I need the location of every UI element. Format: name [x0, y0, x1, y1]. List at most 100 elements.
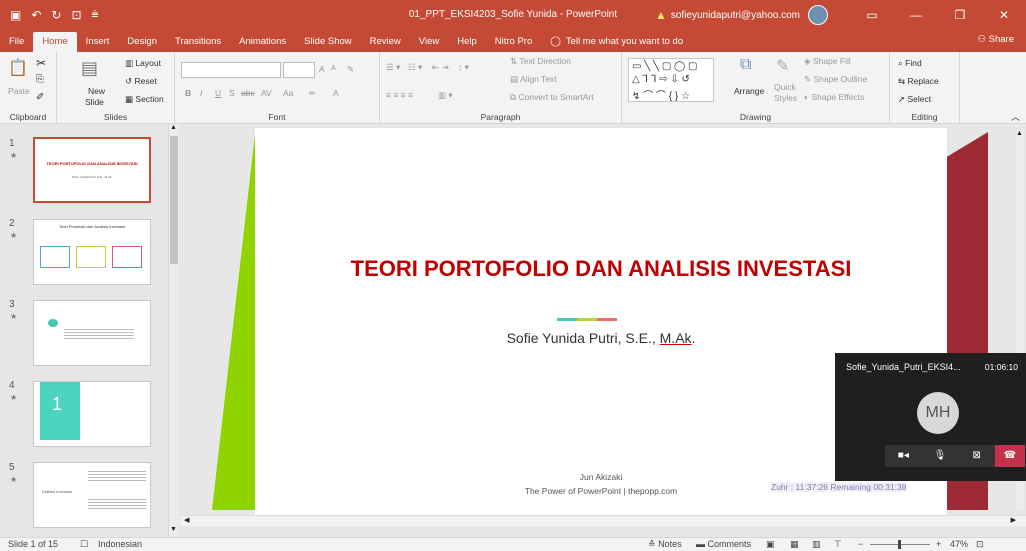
- notes-button[interactable]: ≙ Notes: [648, 539, 682, 550]
- new-slide-icon[interactable]: ▤: [81, 58, 98, 79]
- section-button[interactable]: ▦ Section: [125, 94, 164, 105]
- strikethrough-button[interactable]: abc: [241, 88, 255, 98]
- shape-fill-button[interactable]: ◈ Shape Fill: [804, 56, 851, 67]
- smartart-button[interactable]: ⧉ Convert to SmartArt: [510, 92, 594, 103]
- zoom-out-icon[interactable]: −: [858, 539, 863, 549]
- tab-file[interactable]: File: [0, 32, 33, 52]
- quick-styles-label-2[interactable]: Styles: [774, 93, 797, 103]
- scroll-right-icon[interactable]: ▶: [1011, 516, 1016, 524]
- arrange-icon[interactable]: ⧉: [740, 56, 751, 74]
- columns-icon[interactable]: ▥ ▾: [438, 90, 453, 101]
- scroll-thumb[interactable]: [170, 136, 178, 264]
- language[interactable]: Indonesian: [98, 539, 142, 549]
- slide-thumb-3[interactable]: [33, 300, 151, 366]
- horizontal-scrollbar[interactable]: ◀ ▶: [180, 515, 1026, 526]
- text-direction-button[interactable]: ⇅ Text Direction: [510, 56, 571, 67]
- align-icons[interactable]: ≡ ≡ ≡ ≡: [386, 90, 413, 100]
- new-slide-label-1[interactable]: New: [88, 86, 105, 96]
- align-text-button[interactable]: ▤ Align Text: [510, 74, 557, 85]
- line-spacing-icon[interactable]: ↕ ▾: [458, 62, 469, 73]
- italic-button[interactable]: I: [200, 88, 202, 98]
- layout-button[interactable]: ▥ Layout: [125, 58, 161, 69]
- shape-effects-button[interactable]: ◐ Shape Effects: [804, 92, 864, 102]
- scroll-left-icon[interactable]: ◀: [184, 516, 189, 524]
- normal-view-icon[interactable]: ▣: [766, 539, 775, 550]
- meeting-call-window[interactable]: Sofie_Yunida_Putri_EKSI4... 01:06:10 MH …: [835, 353, 1026, 481]
- warning-icon[interactable]: ▲: [655, 8, 667, 22]
- reset-button[interactable]: ↺ Reset: [125, 76, 157, 87]
- undo-icon[interactable]: ↶: [31, 8, 41, 22]
- minimize-icon[interactable]: —: [894, 8, 938, 22]
- save-icon[interactable]: ▣: [10, 8, 21, 22]
- redo-icon[interactable]: ↻: [51, 8, 61, 22]
- ribbon-display-icon[interactable]: ▭: [850, 8, 894, 22]
- copy-icon[interactable]: ⎘: [36, 74, 44, 85]
- present-icon[interactable]: ⊡: [71, 8, 81, 22]
- zoom-slider-thumb[interactable]: [898, 540, 901, 549]
- indent-icons[interactable]: ⇤ ⇥: [432, 62, 449, 73]
- fit-slide-icon[interactable]: ⊡: [976, 539, 984, 550]
- bold-button[interactable]: B: [185, 88, 191, 98]
- format-painter-icon[interactable]: ✐: [36, 92, 44, 103]
- paste-icon[interactable]: 📋: [8, 58, 28, 78]
- highlight-icon[interactable]: ✏: [309, 88, 316, 99]
- underline-button[interactable]: U: [215, 88, 221, 98]
- restore-icon[interactable]: ❐: [938, 8, 982, 22]
- panel-scrollbar[interactable]: ▲ ▼: [168, 124, 179, 537]
- tab-nitro-pro[interactable]: Nitro Pro: [486, 32, 541, 52]
- account-name[interactable]: sofieyunidaputri@yahoo.com: [671, 10, 800, 21]
- char-spacing-button[interactable]: AV: [261, 88, 272, 98]
- tab-view[interactable]: View: [410, 32, 448, 52]
- hang-up-icon[interactable]: ☎: [995, 445, 1026, 467]
- slideshow-view-icon[interactable]: ⊤: [834, 539, 842, 550]
- slide-thumb-4[interactable]: 1: [33, 381, 151, 447]
- font-size-combo[interactable]: [283, 62, 315, 78]
- font-name-combo[interactable]: [181, 62, 281, 78]
- select-button[interactable]: ➚ Select: [898, 94, 931, 105]
- shapes-gallery[interactable]: ▭ ╲ ╲ ▢ ◯ ▢ △ ⅂ ⅂ ⇨ ⇩ ↺ ↯ ⌒ ⌒ { } ☆: [628, 58, 714, 102]
- camera-icon[interactable]: ■◂: [885, 445, 922, 467]
- arrange-button[interactable]: Arrange: [734, 86, 764, 96]
- slide-thumb-5[interactable]: Definisi Investasi: [33, 462, 151, 528]
- quick-styles-icon[interactable]: ✎: [776, 56, 789, 76]
- quick-styles-label-1[interactable]: Quick: [774, 82, 796, 92]
- replace-button[interactable]: ⇆ Replace: [898, 76, 939, 87]
- tab-slide-show[interactable]: Slide Show: [295, 32, 361, 52]
- shadow-button[interactable]: S: [229, 88, 235, 98]
- reading-view-icon[interactable]: ▥: [812, 539, 821, 550]
- customize-icon[interactable]: ⩧: [92, 7, 99, 22]
- zoom-level[interactable]: 47%: [950, 539, 968, 549]
- zoom-in-icon[interactable]: +: [936, 539, 941, 549]
- scroll-down-icon[interactable]: ▼: [170, 526, 177, 533]
- shape-outline-button[interactable]: ✎ Shape Outline: [804, 74, 867, 85]
- avatar[interactable]: [808, 5, 828, 25]
- scroll-up-icon[interactable]: ▲: [1016, 130, 1023, 137]
- shrink-font-button[interactable]: A: [331, 65, 336, 72]
- slide-thumb-2[interactable]: Teori Portofolio dan Analisis Investasi: [33, 219, 151, 285]
- slide-subtitle[interactable]: Sofie Yunida Putri, S.E., M.Ak.: [255, 330, 947, 346]
- tab-animations[interactable]: Animations: [230, 32, 295, 52]
- bullets-icon[interactable]: ☰ ▾: [386, 62, 400, 73]
- paste-button[interactable]: Paste: [8, 86, 30, 96]
- slide-sorter-icon[interactable]: ▦: [790, 539, 799, 550]
- font-color-button[interactable]: A: [333, 88, 339, 98]
- comments-button[interactable]: ▬ Comments: [696, 539, 751, 549]
- tab-help[interactable]: Help: [448, 32, 486, 52]
- share-button[interactable]: ⚇ Share: [977, 34, 1014, 45]
- tell-me-box[interactable]: ◯ Tell me what you want to do: [541, 32, 692, 52]
- tab-review[interactable]: Review: [361, 32, 410, 52]
- cut-icon[interactable]: ✂: [36, 56, 46, 70]
- clear-format-icon[interactable]: ✎: [347, 64, 354, 75]
- new-slide-label-2[interactable]: Slide: [85, 97, 104, 107]
- slide-thumb-1[interactable]: TEORI PORTOFOLIO DAN ANALISIS INVESTASI …: [33, 137, 151, 203]
- spell-check-icon[interactable]: ☐: [80, 539, 88, 550]
- tab-design[interactable]: Design: [118, 32, 166, 52]
- tab-home[interactable]: Home: [33, 32, 77, 52]
- tab-transitions[interactable]: Transitions: [166, 32, 230, 52]
- collapse-ribbon-icon[interactable]: ︿: [1011, 110, 1020, 123]
- share-screen-icon[interactable]: ⊠: [958, 445, 995, 467]
- close-icon[interactable]: ✕: [982, 8, 1026, 22]
- tab-insert[interactable]: Insert: [77, 32, 119, 52]
- microphone-icon[interactable]: 🎙: [922, 445, 959, 467]
- grow-font-button[interactable]: A: [319, 64, 325, 74]
